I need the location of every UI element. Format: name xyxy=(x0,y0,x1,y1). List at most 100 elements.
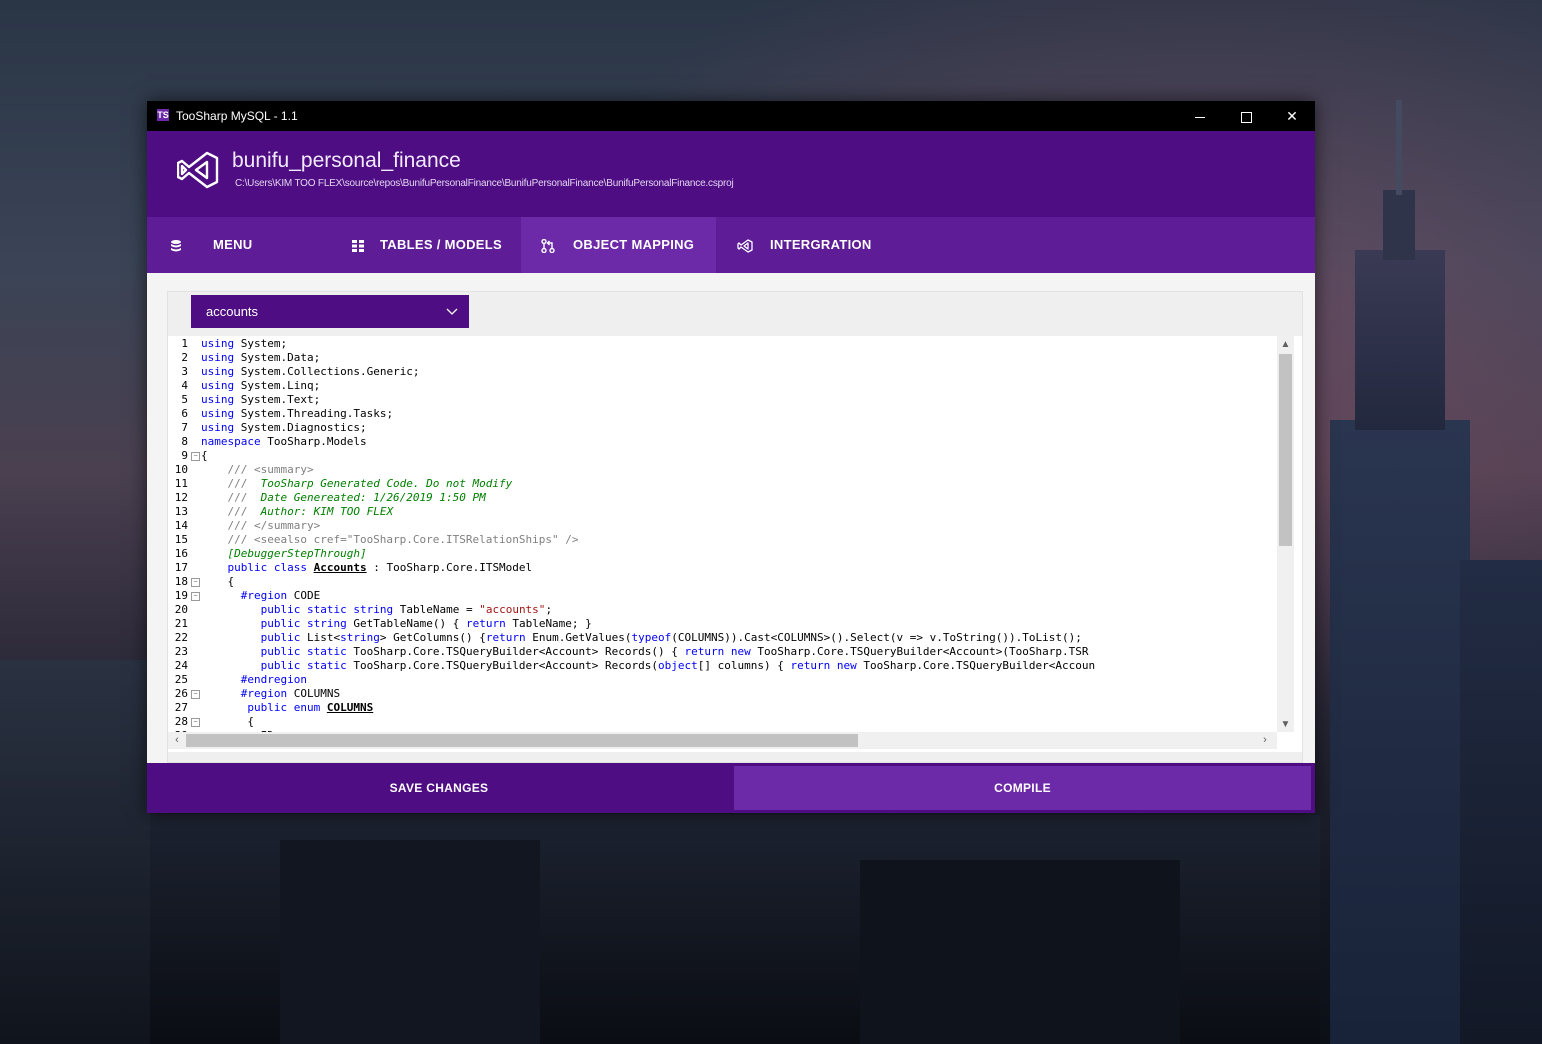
code-line: /// <seealso cref="TooSharp.Core.ITSRela… xyxy=(201,533,579,546)
close-button[interactable]: ✕ xyxy=(1269,101,1315,131)
scroll-down-icon[interactable]: ▼ xyxy=(1277,718,1294,732)
code-line: public static TooSharp.Core.TSQueryBuild… xyxy=(260,659,1096,672)
code-line: /// </summary> xyxy=(201,519,321,532)
background-tower-spire-base xyxy=(1383,190,1415,260)
tab-tables-models-label: TABLES / MODELS xyxy=(380,237,502,252)
code-editor[interactable]: 1 2 3 4 5 6 7 8 9 10 11 12 13 14 15 16 1 xyxy=(168,336,1302,752)
code-line: using System.Threading.Tasks; xyxy=(201,407,394,420)
fold-toggle[interactable]: − xyxy=(191,718,200,727)
tab-integration-label: INTERGRATION xyxy=(770,237,872,252)
line-number: 28 xyxy=(174,715,188,728)
line-number: 7 xyxy=(181,421,188,434)
grid-icon xyxy=(349,217,367,273)
table-select-value: accounts xyxy=(206,304,259,319)
code-line: [DebuggerStepThrough] xyxy=(227,547,367,560)
tab-object-mapping[interactable]: OBJECT MAPPING xyxy=(521,217,716,273)
line-number: 21 xyxy=(174,617,188,630)
line-number: 15 xyxy=(174,533,188,546)
line-number: 3 xyxy=(181,365,188,378)
content-area: accounts 1 2 3 4 5 6 7 8 9 10 11 12 13 1… xyxy=(147,273,1315,763)
scroll-right-icon[interactable]: › xyxy=(1258,733,1272,748)
line-number: 19 xyxy=(174,589,188,602)
code-line: using System.Data; xyxy=(201,351,321,364)
horizontal-scroll-thumb[interactable] xyxy=(186,734,858,747)
code-line: namespace TooSharp.Models xyxy=(201,435,367,448)
background-building-left xyxy=(0,660,150,1044)
minimize-button[interactable] xyxy=(1177,101,1223,131)
code-line: using System; xyxy=(201,337,288,350)
code-line: /// TooSharp Generated Code. Do not Modi… xyxy=(201,477,513,490)
code-text[interactable]: using System; using System.Data; using S… xyxy=(201,336,1277,732)
line-number: 13 xyxy=(174,505,188,518)
background-tower-top xyxy=(1355,250,1445,430)
vertical-scroll-thumb[interactable] xyxy=(1279,354,1292,546)
compile-button[interactable]: COMPILE xyxy=(734,766,1311,810)
code-line: { xyxy=(201,449,208,462)
line-number-gutter: 1 2 3 4 5 6 7 8 9 10 11 12 13 14 15 16 1 xyxy=(168,336,200,742)
title-bar[interactable]: TS TooSharp MySQL - 1.1 ✕ xyxy=(147,101,1315,131)
line-number: 27 xyxy=(174,701,188,714)
project-name: bunifu_personal_finance xyxy=(232,149,461,172)
chevron-down-icon xyxy=(446,308,458,315)
save-changes-button[interactable]: SAVE CHANGES xyxy=(147,766,731,810)
line-number: 17 xyxy=(174,561,188,574)
line-number: 24 xyxy=(174,659,188,672)
code-line: public List<string> GetColumns() {return… xyxy=(260,631,1082,644)
tab-menu[interactable]: MENU xyxy=(147,217,317,273)
database-icon xyxy=(167,217,185,273)
line-number: 11 xyxy=(174,477,188,490)
background-building xyxy=(860,860,1180,1044)
line-number: 2 xyxy=(181,351,188,364)
code-line: /// Author: KIM TOO FLEX xyxy=(201,505,394,518)
line-number: 18 xyxy=(174,575,188,588)
line-number: 25 xyxy=(174,673,188,686)
code-line: public class Accounts : TooSharp.Core.IT… xyxy=(227,561,533,574)
background-tower xyxy=(1330,420,1470,1044)
line-number: 14 xyxy=(174,519,188,532)
code-line: #endregion xyxy=(240,673,307,686)
fold-toggle[interactable]: − xyxy=(191,578,200,587)
close-icon: ✕ xyxy=(1286,108,1298,124)
fold-toggle[interactable]: − xyxy=(191,592,200,601)
vertical-scrollbar[interactable]: ▲ ▼ xyxy=(1277,336,1294,732)
table-select-dropdown[interactable]: accounts xyxy=(191,295,469,328)
tab-menu-label: MENU xyxy=(213,237,253,252)
app-window: TS TooSharp MySQL - 1.1 ✕ bunifu_persona… xyxy=(147,101,1315,813)
horizontal-scrollbar[interactable]: ‹ › xyxy=(168,732,1277,749)
maximize-icon xyxy=(1240,111,1252,123)
background-building xyxy=(280,840,540,1044)
background-building-right xyxy=(1460,560,1542,1044)
project-path: C:\Users\KIM TOO FLEX\source\repos\Bunif… xyxy=(235,178,734,189)
code-line: public enum COLUMNS xyxy=(247,701,374,714)
code-line: /// <summary> xyxy=(201,463,314,476)
code-line: using System.Collections.Generic; xyxy=(201,365,420,378)
maximize-button[interactable] xyxy=(1223,101,1269,131)
visual-studio-logo-icon xyxy=(177,151,219,189)
scroll-up-icon[interactable]: ▲ xyxy=(1277,338,1294,352)
line-number: 4 xyxy=(181,379,188,392)
tab-integration[interactable]: INTERGRATION xyxy=(722,217,902,273)
code-line: public static TooSharp.Core.TSQueryBuild… xyxy=(260,645,1089,658)
fold-toggle[interactable]: − xyxy=(191,452,200,461)
code-line: public string GetTableName() { return Ta… xyxy=(260,617,592,630)
nav-bar: MENU TABLES / MODELS OBJECT MAPPING INTE… xyxy=(147,217,1315,273)
line-number: 10 xyxy=(174,463,188,476)
code-line: using System.Text; xyxy=(201,393,321,406)
code-line: #region COLUMNS xyxy=(240,687,341,700)
line-number: 12 xyxy=(174,491,188,504)
line-number: 23 xyxy=(174,645,188,658)
code-line: #region CODE xyxy=(240,589,321,602)
line-number: 22 xyxy=(174,631,188,644)
window-title: TooSharp MySQL - 1.1 xyxy=(176,109,298,123)
code-line: public static string TableName = "accoun… xyxy=(260,603,553,616)
code-line: { xyxy=(201,715,254,728)
app-logo-icon: TS xyxy=(157,109,169,121)
scroll-left-icon[interactable]: ‹ xyxy=(170,733,184,748)
tab-object-mapping-label: OBJECT MAPPING xyxy=(573,237,695,252)
line-number: 9 xyxy=(181,449,188,462)
fold-toggle[interactable]: − xyxy=(191,690,200,699)
line-number: 6 xyxy=(181,407,188,420)
line-number: 5 xyxy=(181,393,188,406)
tab-tables-models[interactable]: TABLES / MODELS xyxy=(337,217,517,273)
line-number: 26 xyxy=(174,687,188,700)
